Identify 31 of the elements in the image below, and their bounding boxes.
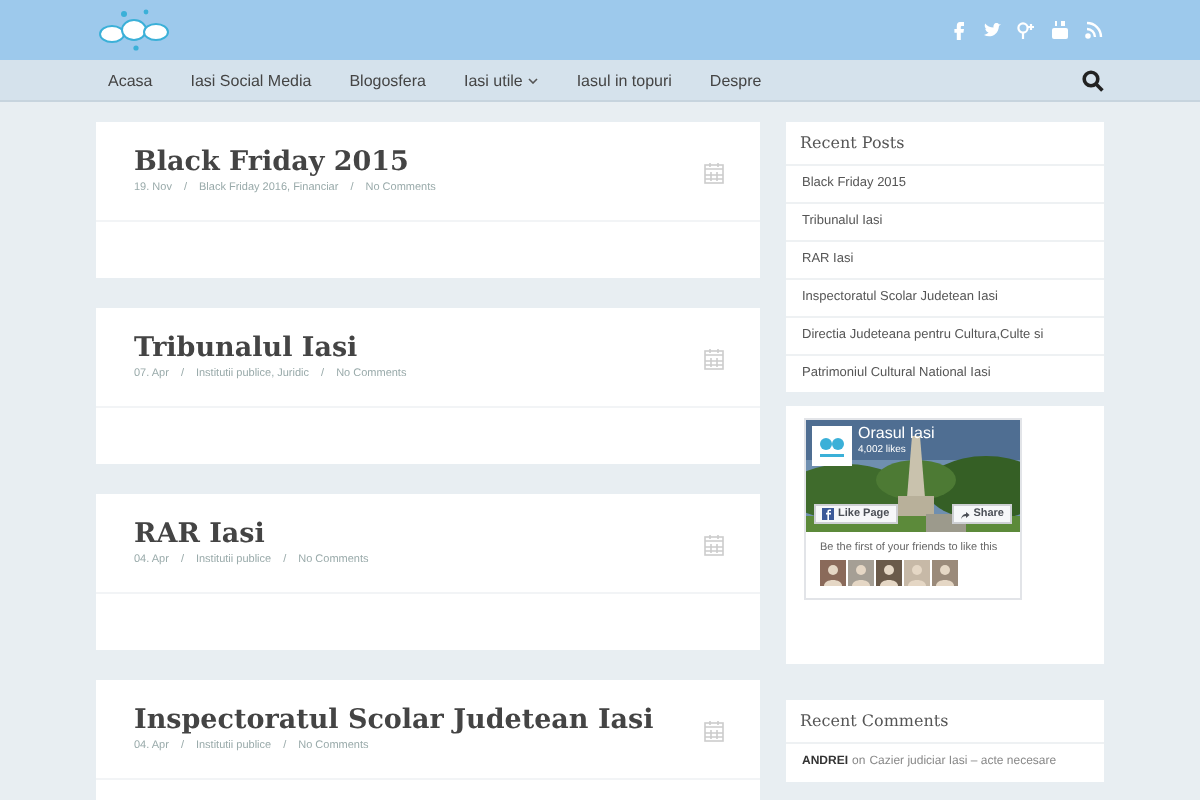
google-plus-icon[interactable] [1016, 20, 1036, 40]
page-name[interactable]: Orasul Iasi [858, 424, 935, 442]
facebook-icon [822, 508, 834, 520]
nav-item[interactable]: Iasul in topuri [564, 71, 684, 89]
avatar-icon [876, 560, 902, 587]
rss-icon[interactable] [1084, 20, 1104, 40]
calendar-icon [704, 162, 724, 184]
avatar-icon [820, 560, 846, 587]
post-title[interactable]: Black Friday 2015 [134, 146, 436, 178]
post-title[interactable]: Tribunalul Iasi [134, 332, 407, 364]
nav-item[interactable]: Despre [697, 71, 774, 89]
facebook-icon[interactable] [948, 20, 968, 40]
avatar-icon [904, 560, 930, 587]
calendar-icon [704, 720, 724, 742]
calendar-icon [704, 348, 724, 370]
twitter-icon[interactable] [982, 20, 1002, 40]
post-title[interactable]: RAR Iasi [134, 518, 369, 550]
avatar-icon [932, 560, 958, 587]
logo-icon[interactable] [96, 8, 172, 52]
nav-item[interactable]: Iasi Social Media [178, 71, 324, 89]
calendar-icon [704, 534, 724, 556]
chevron-icon [528, 77, 539, 83]
post-title[interactable]: Inspectoratul Scolar Judetean Iasi [134, 704, 654, 736]
widget-title: Recent Comments [786, 700, 1104, 744]
nav-item[interactable]: Acasa [96, 71, 165, 89]
nav-item[interactable]: Iasi utile [451, 71, 551, 89]
search-icon[interactable] [1082, 69, 1104, 91]
share-icon [959, 509, 970, 519]
widget-title: Recent Posts [786, 122, 1104, 166]
avatar-icon [848, 560, 874, 587]
nav-item[interactable]: Blogosfera [337, 71, 438, 89]
